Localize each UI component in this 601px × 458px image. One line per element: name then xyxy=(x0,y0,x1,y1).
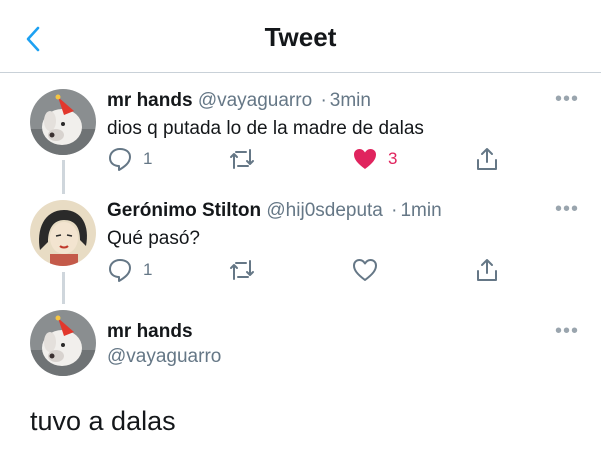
user-name[interactable]: Gerónimo Stilton xyxy=(107,200,261,221)
user-name[interactable]: mr hands xyxy=(107,90,193,111)
retweet-icon xyxy=(230,260,254,280)
heart-outline-icon xyxy=(353,259,377,281)
separator: · xyxy=(391,200,398,221)
tweet-text: dios q putada lo de la madre de dalas xyxy=(107,118,424,139)
retweet-icon xyxy=(230,149,254,169)
share-icon xyxy=(477,148,497,170)
like-count: 3 xyxy=(388,149,398,168)
main-tweet-text: tuvo a dalas xyxy=(30,406,176,436)
like-button[interactable]: 3 xyxy=(352,146,397,172)
more-options-icon[interactable]: ••• xyxy=(555,88,579,111)
user-name[interactable]: mr hands xyxy=(107,321,193,342)
share-button[interactable] xyxy=(474,146,500,172)
dog-with-party-hat-avatar-icon xyxy=(30,310,96,376)
thread-connector xyxy=(62,160,65,194)
comic-woman-avatar-icon xyxy=(30,200,96,266)
avatar[interactable] xyxy=(30,310,96,376)
reply-count: 1 xyxy=(143,149,153,168)
top-bar: Tweet xyxy=(0,0,601,73)
avatar[interactable] xyxy=(30,89,96,155)
heart-filled-icon xyxy=(354,149,376,169)
tweet-header: mr hands @vayaguarro · 3min xyxy=(107,90,371,112)
avatar[interactable] xyxy=(30,200,96,266)
tweet-header: mr hands xyxy=(107,321,193,343)
reply-icon xyxy=(109,148,131,171)
user-handle[interactable]: @hij0sdeputa xyxy=(266,200,382,221)
user-handle[interactable]: @vayaguarro xyxy=(198,90,312,111)
user-handle[interactable]: @vayaguarro xyxy=(107,346,221,368)
reply-button[interactable]: 1 xyxy=(107,146,152,172)
retweet-button[interactable] xyxy=(228,257,256,283)
reply-icon xyxy=(109,259,131,282)
reply-count: 1 xyxy=(143,260,153,279)
more-options-icon[interactable]: ••• xyxy=(555,198,579,221)
thread-connector xyxy=(62,272,65,304)
share-button[interactable] xyxy=(474,257,500,283)
reply-button[interactable]: 1 xyxy=(107,257,152,283)
retweet-button[interactable] xyxy=(228,146,256,172)
page-title: Tweet xyxy=(264,22,337,52)
share-icon xyxy=(477,259,497,281)
dog-with-party-hat-avatar-icon xyxy=(30,89,96,155)
timestamp[interactable]: 1min xyxy=(400,200,441,221)
timestamp[interactable]: 3min xyxy=(330,90,371,111)
tweet-header: Gerónimo Stilton @hij0sdeputa · 1min xyxy=(107,200,442,222)
separator: · xyxy=(320,90,327,111)
tweet-text: Qué pasó? xyxy=(107,228,200,249)
like-button[interactable] xyxy=(352,257,378,283)
more-options-icon[interactable]: ••• xyxy=(555,320,579,343)
